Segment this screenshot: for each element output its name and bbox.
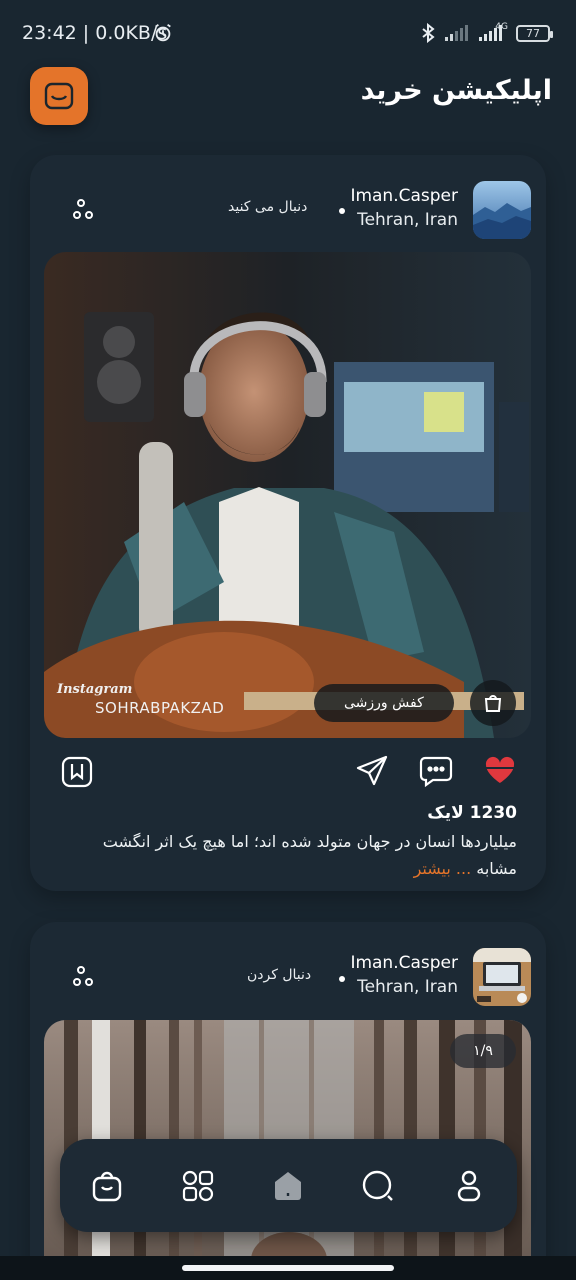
- product-tag[interactable]: کفش ورزشی: [314, 684, 454, 722]
- follow-button[interactable]: دنبال کردن: [247, 967, 311, 983]
- product-tag-button[interactable]: [470, 680, 516, 726]
- shopping-bag-icon: [484, 695, 502, 712]
- read-more-link[interactable]: ... بیشتر: [414, 859, 472, 878]
- status-icons: 4G 77: [420, 22, 553, 43]
- page-title: اپلیکیشن خرید: [360, 75, 552, 106]
- bookmark-icon[interactable]: [60, 755, 94, 789]
- separator-dot: [339, 976, 345, 982]
- send-icon[interactable]: [355, 755, 389, 787]
- avatar[interactable]: [473, 181, 531, 239]
- product-tag-label: کفش ورزشی: [344, 695, 424, 711]
- nav-profile[interactable]: [452, 1169, 486, 1203]
- alarm-clock-icon: [155, 23, 171, 42]
- post-card: Iman.Casper Tehran, Iran دنبال می کنید I…: [30, 155, 546, 891]
- nav-search[interactable]: [361, 1169, 395, 1203]
- heart-icon[interactable]: [484, 755, 516, 785]
- nav-categories[interactable]: [181, 1169, 215, 1203]
- bluetooth-icon: [422, 23, 435, 43]
- post-username[interactable]: Iman.Casper: [350, 186, 458, 206]
- signal-icon: [445, 25, 468, 41]
- avatar-image: [473, 948, 531, 1006]
- avatar[interactable]: [473, 948, 531, 1006]
- post-caption: میلیاردها انسان در جهان متولد شده اند؛ ا…: [67, 828, 517, 882]
- musician-photo: [44, 252, 531, 738]
- follow-status[interactable]: دنبال می کنید: [228, 199, 307, 215]
- post-location: Tehran, Iran: [357, 210, 458, 230]
- post-username[interactable]: Iman.Casper: [350, 953, 458, 973]
- battery-indicator: 77: [516, 24, 553, 42]
- more-options-icon[interactable]: [72, 964, 100, 992]
- home-indicator[interactable]: [182, 1265, 394, 1271]
- comment-icon[interactable]: [419, 755, 453, 787]
- separator-dot: [339, 208, 345, 214]
- cellular-4g: 4G: [478, 22, 508, 41]
- avatar-image: [473, 181, 531, 239]
- shopping-bag-icon: [44, 82, 74, 110]
- like-count[interactable]: 1230 لایک: [427, 803, 517, 823]
- app-logo[interactable]: [30, 67, 88, 125]
- battery-level: 77: [526, 26, 540, 40]
- post-image[interactable]: Instagram SOHRABPAKZAD کفش ورزشی: [44, 252, 531, 738]
- watermark-brand: Instagram: [57, 682, 133, 697]
- status-time: 23:42 | 0.0KB/s: [22, 22, 168, 44]
- nav-home[interactable]: [271, 1169, 305, 1203]
- network-type: 4G: [495, 22, 508, 32]
- media-counter: ۱/۹: [450, 1034, 516, 1068]
- bottom-navigation: [60, 1139, 517, 1232]
- nav-shop[interactable]: [90, 1169, 124, 1203]
- watermark-user: SOHRABPAKZAD: [95, 699, 225, 717]
- post-location: Tehran, Iran: [357, 977, 458, 997]
- more-options-icon[interactable]: [72, 197, 100, 225]
